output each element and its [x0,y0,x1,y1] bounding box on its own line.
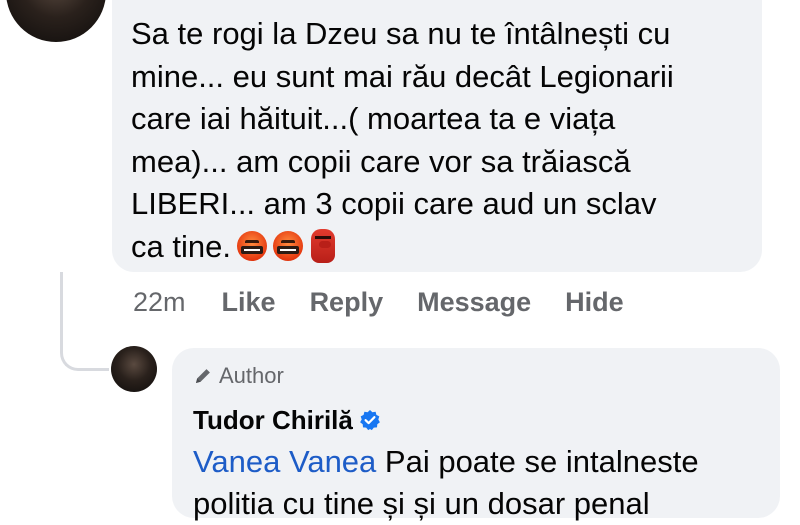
comment-text: Sa te rogi la Dzeu sa nu te întâlnești c… [131,13,751,269]
comment-timestamp[interactable]: 22m [133,287,186,318]
like-button[interactable]: Like [222,287,276,318]
reply-button[interactable]: Reply [310,287,384,318]
message-button[interactable]: Message [417,287,531,318]
face-with-symbols-on-mouth-icon [236,230,267,261]
face-with-symbols-on-mouth-icon [272,230,303,261]
reply-author: Tudor Chirilă [193,403,381,437]
comment-actions: 22m Like Reply Message Hide [133,282,658,322]
red-tengu-mask-icon [310,228,335,263]
comment-line: mine... eu sunt mai rău decât Legionarii [131,58,674,94]
author-name-link[interactable]: Tudor Chirilă [193,405,353,436]
comment-line: Sa te rogi la Dzeu sa nu te întâlnești c… [131,16,671,51]
reply-text-content: Pai poate se intalneste [376,444,699,479]
mention-link[interactable]: Vanea Vanea [193,444,376,479]
comment-line: care iai hăituit...( moartea ta e viața [131,101,616,137]
author-avatar[interactable] [111,346,157,392]
comment-line: LIBERI... am 3 copii care aud un sclav [131,186,657,222]
pencil-icon [196,369,210,383]
comment-line: mea)... am copii care vor sa trăiască [131,143,631,179]
thread-connector-line [60,272,109,371]
verified-badge-icon [359,410,380,431]
reply-text-cut-line: politia cu tine și și un dosar penal [193,486,650,521]
comment-line: ca tine. [131,228,231,264]
author-badge-label: Author [219,363,284,388]
hide-button[interactable]: Hide [565,287,624,318]
commenter-avatar[interactable] [6,0,106,42]
author-badge: Author [193,362,284,390]
reply-text: Vanea Vanea Pai poate se intalneste polit… [193,441,773,525]
